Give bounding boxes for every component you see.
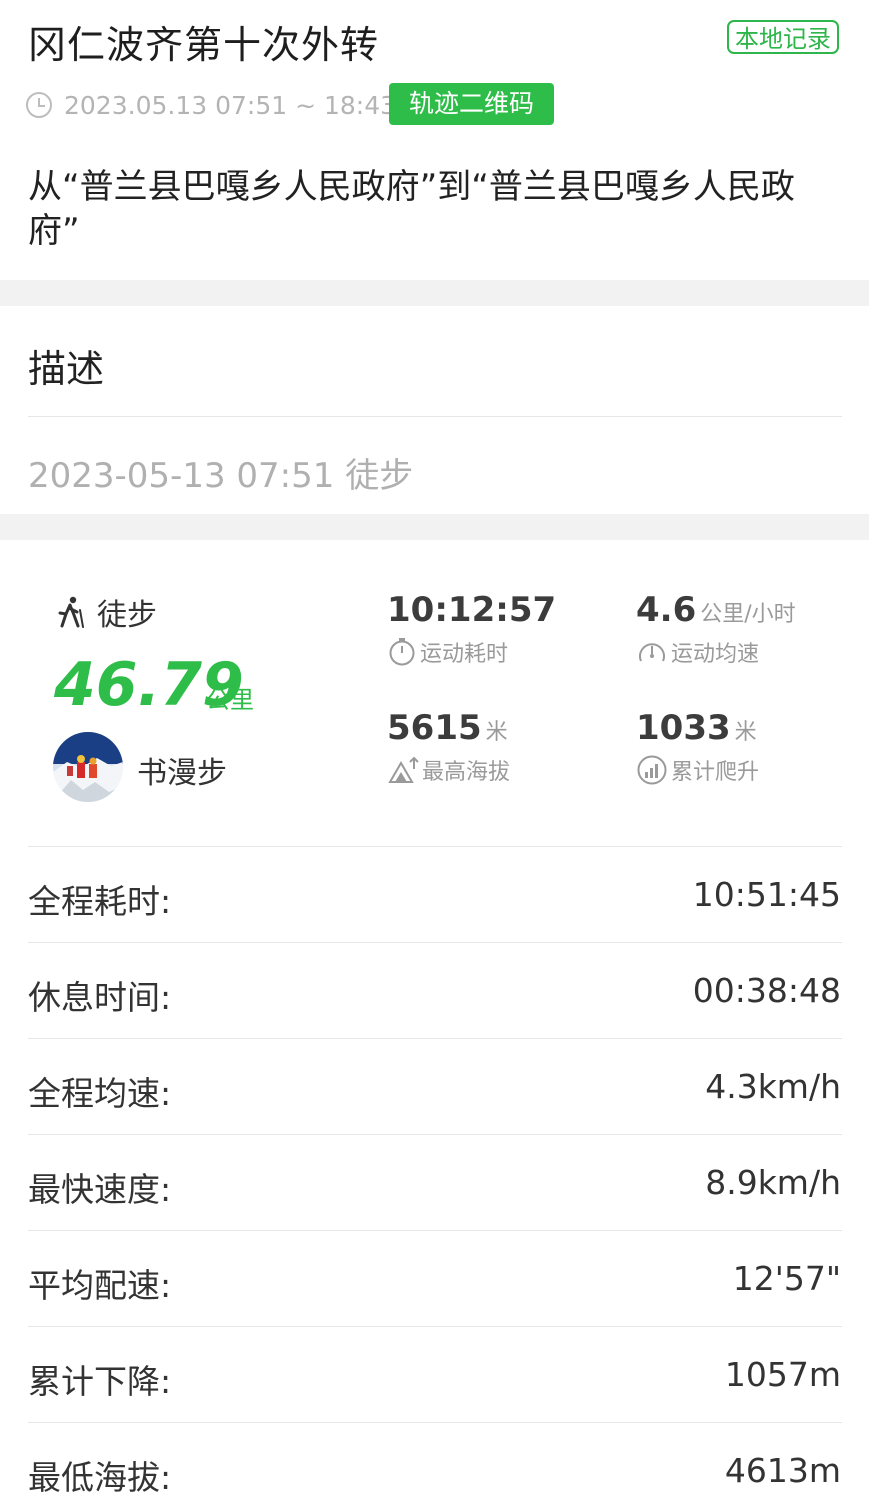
track-title: 冈仁波齐第十次外转: [28, 23, 380, 67]
detail-value-max-speed: 8.9km/h: [705, 1163, 841, 1202]
avatar[interactable]: [53, 732, 123, 802]
detail-label-min-altitude: 最低海拔:: [28, 1458, 172, 1497]
detail-value-avg-speed: 4.3km/h: [705, 1067, 841, 1106]
detail-label-total-time: 全程耗时:: [28, 882, 172, 921]
speed-icon: [639, 643, 665, 662]
route-description: 从“普兰县巴嘎乡人民政府”到“普兰县巴嘎乡人民政府”: [28, 167, 795, 251]
divider: [28, 1422, 842, 1423]
stat-total-climb: 1033 米 累计爬升: [636, 708, 759, 786]
detail-label-avg-pace: 平均配速:: [28, 1266, 172, 1305]
stat-value: 5615: [387, 708, 482, 748]
stat-unit: 米: [734, 720, 757, 745]
stat-label: 运动耗时: [420, 642, 509, 667]
detail-value-total-descent: 1057m: [724, 1355, 841, 1394]
description-text: 2023-05-13 07:51 徒步: [28, 456, 414, 496]
divider: [28, 1326, 842, 1327]
stat-unit: 米: [485, 720, 508, 745]
avatar-photo: [53, 732, 123, 802]
detail-value-min-altitude: 4613m: [724, 1451, 841, 1490]
divider: [28, 846, 842, 847]
detail-label-rest-time: 休息时间:: [28, 978, 172, 1017]
divider: [28, 416, 842, 417]
stat-duration: 10:12:57 运动耗时: [387, 590, 556, 668]
detail-label-avg-speed: 全程均速:: [28, 1074, 172, 1113]
track-qr-code-button[interactable]: 轨迹二维码: [389, 83, 554, 125]
stat-value: 1033: [636, 708, 731, 748]
stat-label: 运动均速: [671, 642, 760, 667]
detail-label-total-descent: 累计下降:: [28, 1362, 172, 1401]
stat-value: 4.6: [636, 590, 697, 630]
stat-value: 10:12:57: [387, 590, 557, 630]
stat-max-altitude: 5615 米 最高海拔: [387, 708, 510, 786]
divider: [28, 1038, 842, 1039]
distance-unit: 公里: [206, 686, 254, 714]
time-range: 2023.05.13 07:51 ~ 18:43: [64, 90, 397, 120]
detail-label-max-speed: 最快速度:: [28, 1170, 172, 1209]
section-gap: [0, 280, 869, 306]
time-range-row: 2023.05.13 07:51 ~ 18:43: [26, 86, 396, 124]
divider: [28, 942, 842, 943]
user-name: 书漫步: [137, 756, 227, 791]
stat-label: 累计爬升: [671, 760, 760, 785]
altitude-icon: [388, 756, 419, 783]
stat-label: 最高海拔: [422, 760, 511, 785]
stat-unit: 公里/小时: [700, 602, 796, 627]
detail-value-rest-time: 00:38:48: [692, 971, 841, 1010]
stat-avg-speed: 4.6 公里/小时 运动均速: [636, 590, 796, 668]
section-gap: [0, 514, 869, 540]
divider: [28, 1134, 842, 1135]
climb-icon: [637, 755, 667, 785]
stopwatch-icon: [389, 638, 415, 666]
hiking-icon: [58, 596, 84, 628]
local-record-badge: 本地记录: [727, 20, 839, 54]
divider: [28, 1230, 842, 1231]
activity-type: 徒步: [97, 598, 157, 633]
detail-value-avg-pace: 12'57": [732, 1259, 841, 1298]
description-heading: 描述: [28, 347, 105, 391]
clock-icon: [26, 92, 52, 118]
detail-value-total-time: 10:51:45: [692, 875, 841, 914]
